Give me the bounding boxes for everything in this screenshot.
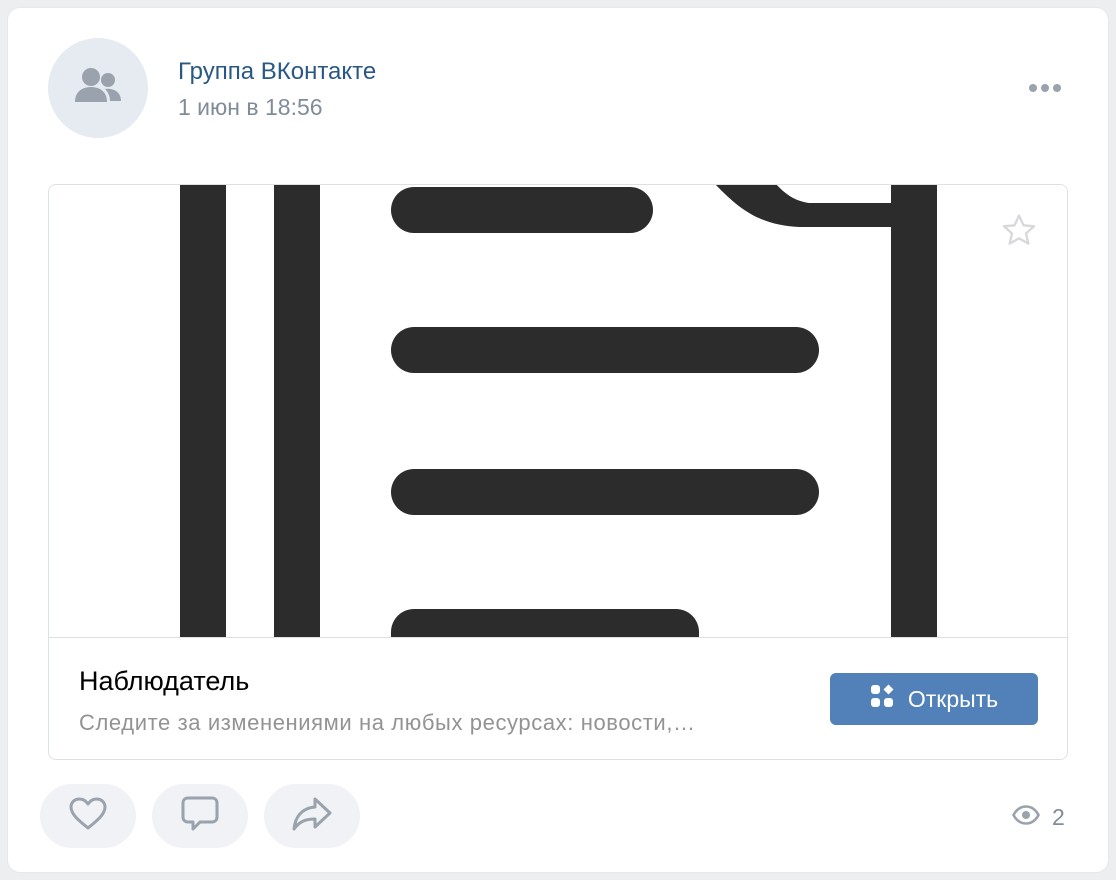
like-button[interactable] <box>40 784 136 848</box>
heart-icon <box>68 796 108 837</box>
snippet-title: Наблюдатель <box>79 666 250 696</box>
group-avatar[interactable] <box>48 38 148 138</box>
post-card: Группа ВКонтакте 1 июн в 18:56 Наблюдате… <box>8 8 1108 872</box>
share-button[interactable] <box>264 784 360 848</box>
open-app-button[interactable]: Открыть <box>830 673 1038 725</box>
document-lines-icon <box>180 185 937 637</box>
more-horizontal-icon <box>1027 80 1063 98</box>
author-name[interactable]: Группа ВКонтакте <box>178 58 376 86</box>
open-app-label: Открыть <box>907 685 999 712</box>
snippet-footer: Наблюдатель Следите за изменениями на лю… <box>49 637 1067 759</box>
eye-icon <box>1012 804 1040 831</box>
views-count: 2 <box>1052 803 1065 830</box>
share-icon <box>291 795 333 838</box>
views-counter: 2 <box>1012 802 1065 832</box>
favorite-button[interactable] <box>999 211 1043 255</box>
app-snippet[interactable]: Наблюдатель Следите за изменениями на лю… <box>48 184 1068 760</box>
more-button[interactable] <box>1022 74 1068 104</box>
post-date[interactable]: 1 июн в 18:56 <box>178 94 323 121</box>
comment-icon <box>180 794 220 839</box>
users-icon <box>72 66 124 111</box>
comment-button[interactable] <box>152 784 248 848</box>
snippet-description: Следите за изменениями на любых ресурсах… <box>79 710 696 735</box>
services-icon <box>870 684 894 714</box>
snippet-image[interactable] <box>49 185 1067 637</box>
